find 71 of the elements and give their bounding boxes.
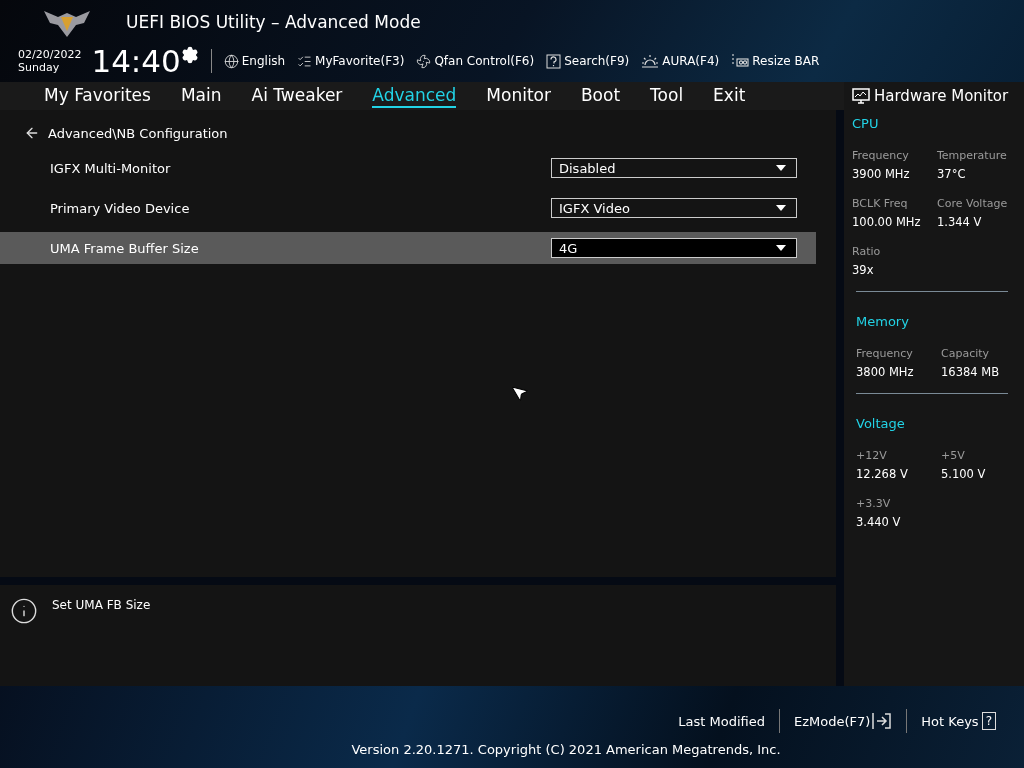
reading-label: +5V bbox=[941, 449, 966, 462]
reading-label: Temperature bbox=[937, 149, 1008, 162]
section-title: Memory bbox=[856, 314, 910, 329]
toolbar-item[interactable]: AURA(F4) bbox=[641, 53, 720, 69]
hot-keys-link[interactable]: Hot Keys ? bbox=[907, 712, 1010, 730]
section-title: CPU bbox=[852, 116, 880, 131]
reading-value: 1.344 V bbox=[937, 215, 983, 229]
menu-tab[interactable]: Advanced bbox=[372, 84, 457, 108]
toolbar-item[interactable]: Search(F9) bbox=[546, 53, 630, 69]
reading-value: 37°C bbox=[937, 167, 967, 181]
caret-icon bbox=[776, 165, 786, 171]
reading-label: +3.3V bbox=[856, 497, 892, 510]
menu-tab[interactable]: Boot bbox=[580, 84, 621, 108]
menu-tab[interactable]: Ai Tweaker bbox=[251, 84, 343, 108]
reading-label: Frequency bbox=[852, 149, 910, 162]
reading-value: 39x bbox=[852, 263, 875, 277]
reading-label: +12V bbox=[856, 449, 888, 462]
day-text: Sunday bbox=[18, 61, 61, 74]
reading-label: Capacity bbox=[941, 347, 991, 360]
menu-tab[interactable]: Monitor bbox=[486, 84, 551, 108]
info-icon bbox=[10, 597, 38, 625]
reading-label: Core Voltage bbox=[937, 197, 1009, 210]
toolbar-item[interactable]: Resize BAR bbox=[731, 53, 820, 69]
last-modified-link[interactable]: Last Modified bbox=[664, 713, 779, 729]
menu-tab[interactable]: Main bbox=[180, 84, 222, 108]
section-title: Voltage bbox=[856, 416, 906, 431]
menu-tab[interactable]: Exit bbox=[713, 84, 746, 108]
question-box-icon bbox=[546, 53, 562, 69]
reading-label: BCLK Freq bbox=[852, 197, 909, 210]
clock-time: 14:40 bbox=[91, 43, 181, 79]
setting-dropdown[interactable]: Disabled bbox=[551, 158, 797, 178]
toolbar-item[interactable]: Qfan Control(F6) bbox=[416, 53, 535, 69]
help-text: Set UMA FB Size bbox=[52, 597, 151, 612]
setting-label: UMA Frame Buffer Size bbox=[50, 240, 199, 256]
reading-value: 16384 MB bbox=[941, 365, 1001, 379]
settings-icon[interactable] bbox=[180, 46, 199, 64]
date-text: 02/20/2022 bbox=[18, 48, 82, 61]
version-text: Version 2.20.1271. Copyright (C) 2021 American Megatrends, Inc. bbox=[351, 742, 781, 757]
setting-row[interactable]: UMA Frame Buffer Size 4G bbox=[0, 232, 816, 264]
caret-icon bbox=[776, 205, 786, 211]
reading-label: Frequency bbox=[856, 347, 914, 360]
card-icon bbox=[731, 53, 750, 69]
toolbar-item[interactable]: MyFavorite(F3) bbox=[297, 53, 405, 69]
fan-icon bbox=[416, 53, 432, 69]
reading-value: 100.00 MHz bbox=[852, 215, 922, 229]
reading-value: 12.268 V bbox=[856, 467, 909, 481]
menu-tab[interactable]: My Favorites bbox=[44, 84, 151, 108]
caret-icon bbox=[776, 245, 786, 251]
toolbar-item[interactable]: English bbox=[223, 53, 286, 69]
list-icon bbox=[297, 53, 313, 69]
light-icon bbox=[641, 53, 660, 69]
window-title: UEFI BIOS Utility – Advanced Mode bbox=[126, 12, 421, 32]
setting-dropdown[interactable]: 4G bbox=[551, 238, 797, 258]
setting-row[interactable]: Primary Video Device IGFX Video bbox=[0, 192, 816, 224]
reading-label: Ratio bbox=[852, 245, 882, 258]
ezmode-link[interactable]: EzMode(F7) bbox=[779, 712, 907, 730]
reading-value: 3900 MHz bbox=[852, 167, 911, 181]
reading-value: 3.440 V bbox=[856, 515, 902, 529]
reading-value: 5.100 V bbox=[941, 467, 987, 481]
globe-icon bbox=[223, 53, 239, 69]
menu-tab[interactable]: Tool bbox=[650, 84, 684, 108]
setting-label: Primary Video Device bbox=[50, 200, 190, 216]
reading-value: 3800 MHz bbox=[856, 365, 915, 379]
setting-label: IGFX Multi-Monitor bbox=[50, 160, 171, 176]
exit-icon bbox=[872, 712, 893, 730]
setting-dropdown[interactable]: IGFX Video bbox=[551, 198, 797, 218]
setting-row[interactable]: IGFX Multi-Monitor Disabled bbox=[0, 152, 816, 184]
monitor-icon bbox=[852, 87, 870, 105]
panel-title: Hardware Monitor bbox=[874, 87, 1009, 105]
breadcrumb: Advanced\NB Configuration bbox=[48, 125, 228, 141]
back-icon[interactable] bbox=[24, 125, 40, 141]
